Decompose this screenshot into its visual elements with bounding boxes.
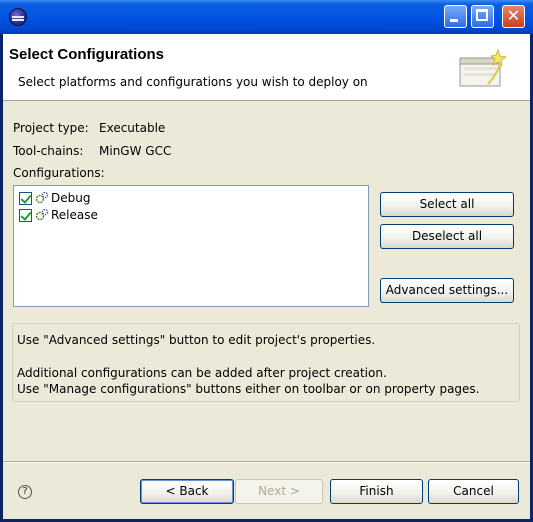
list-item-release[interactable]: Release bbox=[19, 207, 98, 223]
deselect-all-button[interactable]: Deselect all bbox=[380, 224, 514, 249]
debug-checkbox[interactable] bbox=[19, 191, 32, 205]
page-description: Select platforms and configurations you … bbox=[18, 75, 368, 89]
cancel-button[interactable]: Cancel bbox=[428, 479, 519, 504]
configurations-label: Configurations: bbox=[13, 166, 105, 180]
select-all-button[interactable]: Select all bbox=[380, 192, 514, 217]
configuration-icon bbox=[35, 191, 49, 204]
configurations-list[interactable]: Debug Release bbox=[13, 185, 369, 307]
help-icon[interactable]: ? bbox=[18, 485, 32, 499]
title-bar[interactable]: ✕ bbox=[0, 0, 533, 34]
configuration-icon bbox=[35, 208, 49, 221]
wizard-banner-icon bbox=[459, 48, 508, 87]
close-icon: ✕ bbox=[506, 6, 521, 25]
minimize-button[interactable] bbox=[444, 5, 467, 28]
info-text-advanced: Use "Advanced settings" button to edit p… bbox=[17, 333, 376, 347]
release-label: Release bbox=[51, 208, 98, 222]
wizard-header: Select Configurations Select platforms a… bbox=[3, 34, 530, 101]
info-text-additional: Additional configurations can be added a… bbox=[17, 366, 387, 380]
next-button[interactable]: Next > bbox=[235, 479, 323, 504]
back-button[interactable]: < Back bbox=[140, 479, 234, 504]
project-type-value: Executable bbox=[99, 121, 166, 135]
info-text-manage: Use "Manage configurations" buttons eith… bbox=[17, 382, 480, 396]
dialog-window: ✕ Select Configurations Select platforms… bbox=[0, 0, 533, 522]
dialog-client-area: Select Configurations Select platforms a… bbox=[3, 34, 530, 519]
finish-button[interactable]: Finish bbox=[330, 479, 423, 504]
footer-separator bbox=[3, 461, 530, 463]
toolchains-label: Tool-chains: bbox=[13, 144, 84, 158]
project-type-label: Project type: bbox=[13, 121, 89, 135]
release-checkbox[interactable] bbox=[19, 208, 32, 222]
close-button[interactable]: ✕ bbox=[502, 5, 525, 28]
info-panel: Use "Advanced settings" button to edit p… bbox=[12, 323, 520, 402]
toolchains-value: MinGW GCC bbox=[99, 144, 172, 158]
debug-label: Debug bbox=[51, 191, 91, 205]
advanced-settings-button[interactable]: Advanced settings... bbox=[380, 278, 514, 303]
eclipse-icon bbox=[9, 8, 27, 26]
maximize-button[interactable] bbox=[471, 5, 494, 28]
list-item-debug[interactable]: Debug bbox=[19, 190, 90, 206]
page-title: Select Configurations bbox=[9, 46, 165, 63]
